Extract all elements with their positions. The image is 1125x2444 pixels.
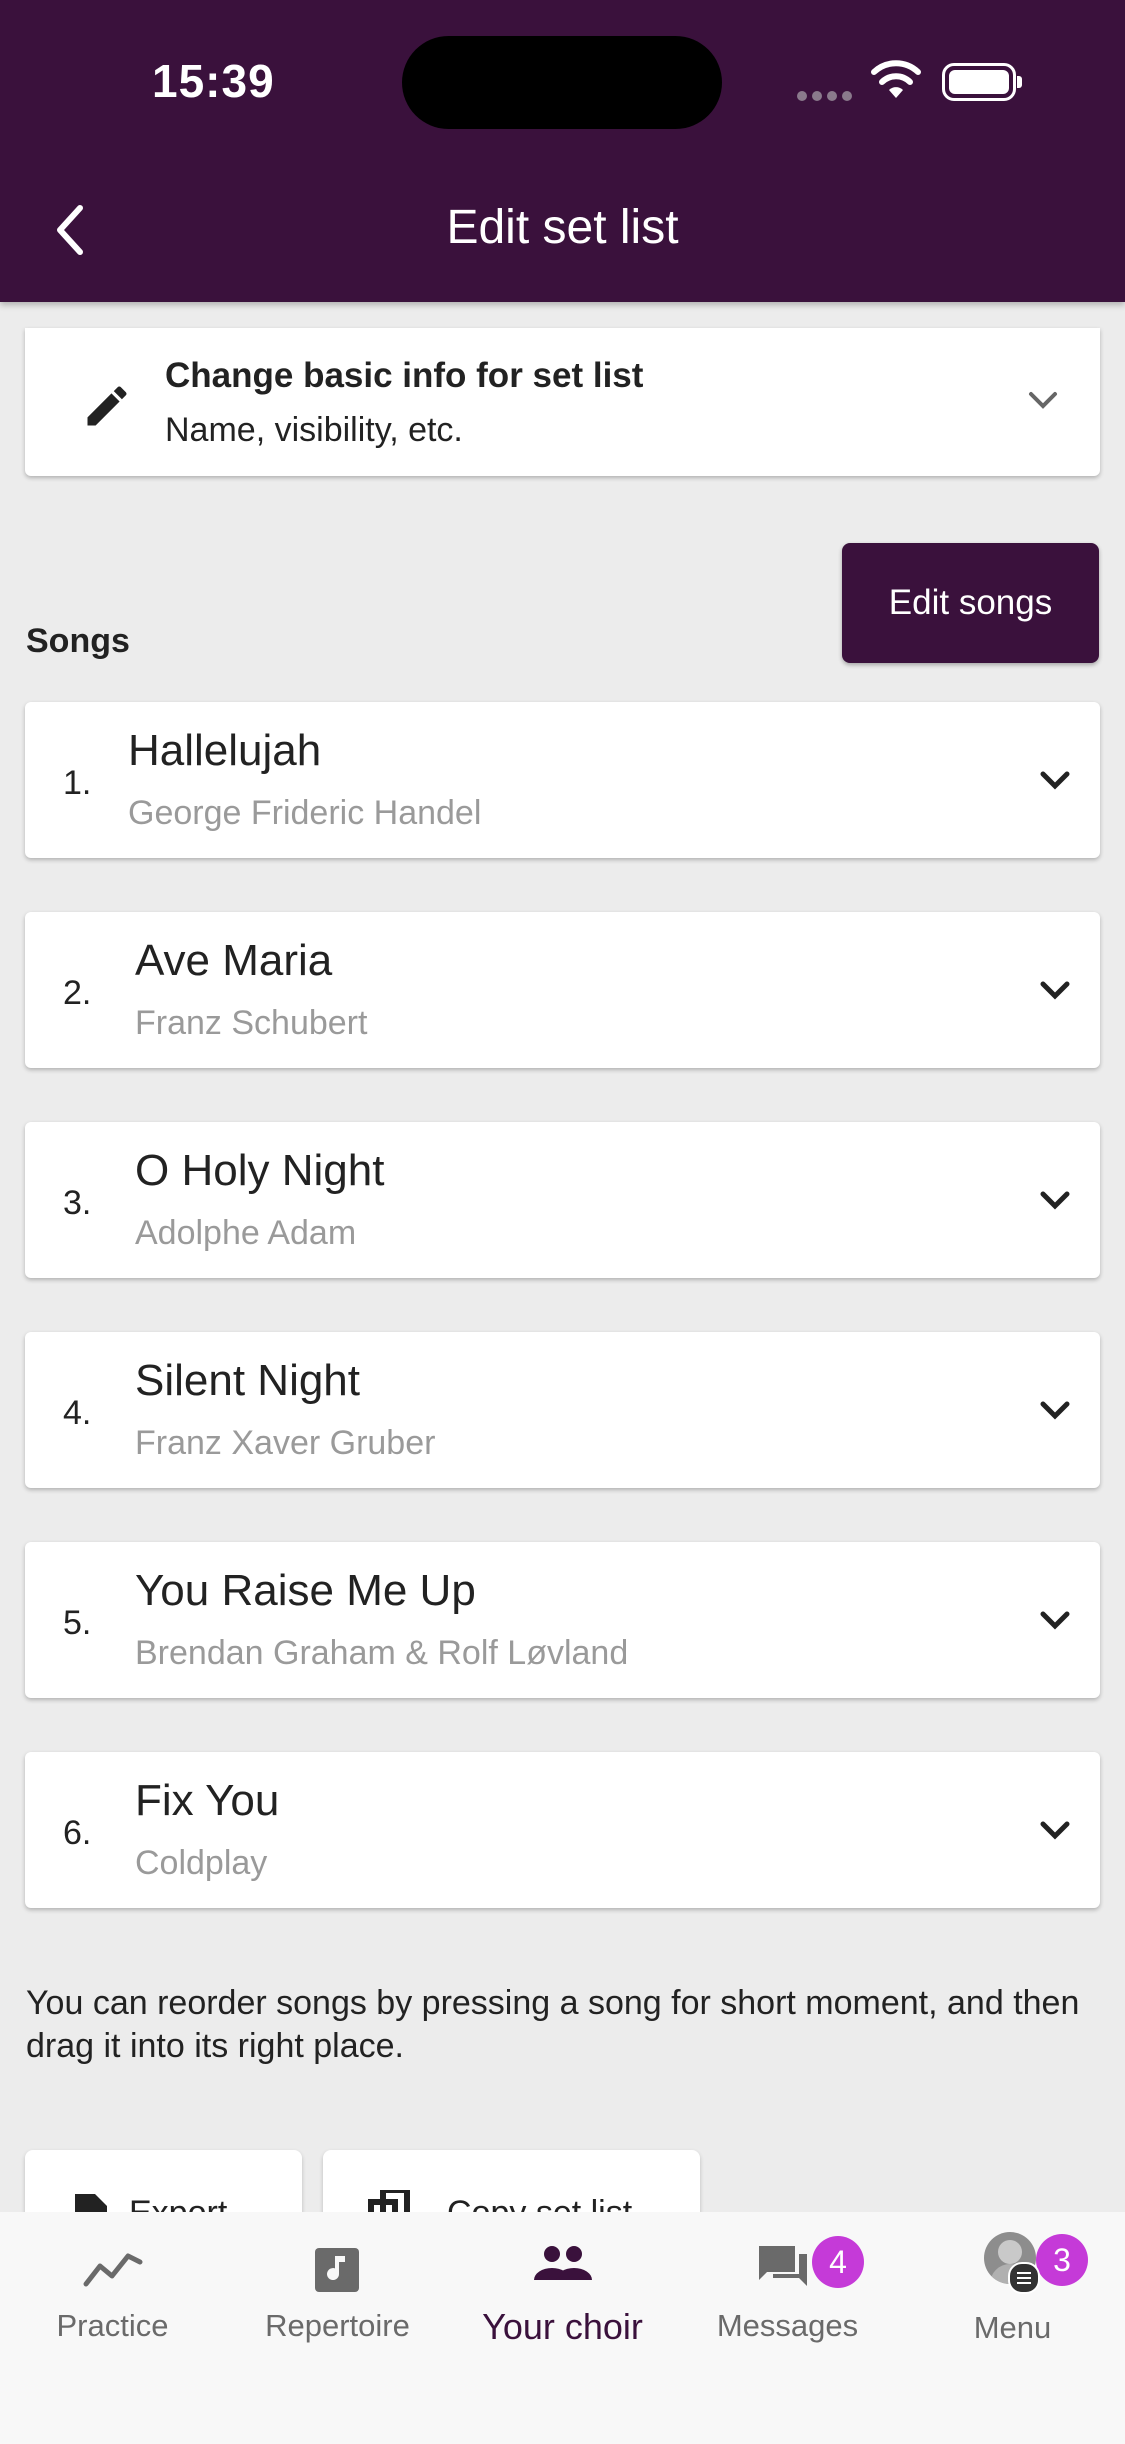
tab-label: Repertoire [265, 2308, 410, 2343]
info-card-title: Change basic info for set list [165, 356, 644, 395]
song-title: Hallelujah [128, 726, 322, 775]
songs-heading: Songs [26, 622, 130, 660]
trending-up-icon [83, 2253, 143, 2287]
song-item[interactable]: 6. Fix You Coldplay [25, 1752, 1100, 1908]
cellular-signal-icon [797, 88, 857, 106]
wifi-icon [871, 60, 921, 98]
song-item[interactable]: 1. Hallelujah George Frideric Handel [25, 702, 1100, 858]
tab-label: Menu [973, 2310, 1052, 2345]
song-composer: Franz Schubert [135, 1004, 368, 1042]
menu-icon [1008, 2262, 1040, 2294]
chevron-down-icon [1029, 392, 1057, 409]
chevron-down-icon[interactable] [1037, 978, 1073, 1004]
bottom-tab-bar: Practice Repertoire Your choir Messages … [0, 2212, 1125, 2444]
song-title: Ave Maria [135, 936, 333, 985]
battery-icon [942, 63, 1022, 101]
app-header: 15:39 Edit set list [0, 0, 1125, 302]
basic-info-card[interactable]: Change basic info for set list Name, vis… [25, 328, 1100, 476]
song-composer: George Frideric Handel [128, 794, 482, 832]
song-number: 5. [63, 1604, 92, 1642]
song-number: 1. [63, 764, 92, 802]
tab-your-choir[interactable]: Your choir [450, 2212, 675, 2352]
song-composer: Franz Xaver Gruber [135, 1424, 436, 1462]
page-title: Edit set list [446, 201, 679, 254]
status-time: 15:39 [152, 55, 275, 107]
pencil-icon [87, 386, 127, 426]
song-composer: Adolphe Adam [135, 1214, 357, 1252]
song-title: You Raise Me Up [135, 1566, 476, 1615]
reorder-hint: You can reorder songs by pressing a song… [26, 1984, 1080, 2065]
song-item[interactable]: 5. You Raise Me Up Brendan Graham & Rolf… [25, 1542, 1100, 1698]
tab-practice[interactable]: Practice [0, 2212, 225, 2352]
people-icon [534, 2246, 592, 2280]
tab-repertoire[interactable]: Repertoire [225, 2212, 450, 2352]
edit-songs-button[interactable]: Edit songs [842, 543, 1099, 663]
chevron-down-icon[interactable] [1037, 1398, 1073, 1424]
song-item[interactable]: 2. Ave Maria Franz Schubert [25, 912, 1100, 1068]
chevron-down-icon[interactable] [1037, 1818, 1073, 1844]
song-item[interactable]: 4. Silent Night Franz Xaver Gruber [25, 1332, 1100, 1488]
song-composer: Brendan Graham & Rolf Løvland [135, 1634, 629, 1672]
song-composer: Coldplay [135, 1844, 268, 1882]
chevron-down-icon[interactable] [1037, 768, 1073, 794]
info-card-subtitle: Name, visibility, etc. [165, 411, 463, 449]
song-number: 3. [63, 1184, 92, 1222]
chevron-down-icon[interactable] [1037, 1188, 1073, 1214]
song-title: Silent Night [135, 1356, 361, 1405]
song-number: 4. [63, 1394, 92, 1432]
chevron-down-icon[interactable] [1037, 1608, 1073, 1634]
dynamic-island [402, 36, 722, 129]
song-item[interactable]: 3. O Holy Night Adolphe Adam [25, 1122, 1100, 1278]
song-number: 2. [63, 974, 92, 1012]
chat-icon [759, 2246, 807, 2286]
messages-badge: 4 [812, 2236, 864, 2288]
menu-badge: 3 [1036, 2234, 1088, 2286]
song-title: O Holy Night [135, 1146, 385, 1195]
tab-label: Messages [716, 2308, 859, 2343]
song-title: Fix You [135, 1776, 280, 1825]
song-number: 6. [63, 1814, 92, 1852]
tab-label: Your choir [482, 2306, 643, 2347]
music-library-icon [315, 2248, 359, 2292]
tab-messages[interactable]: Messages [675, 2212, 900, 2352]
tab-label: Practice [56, 2308, 169, 2343]
